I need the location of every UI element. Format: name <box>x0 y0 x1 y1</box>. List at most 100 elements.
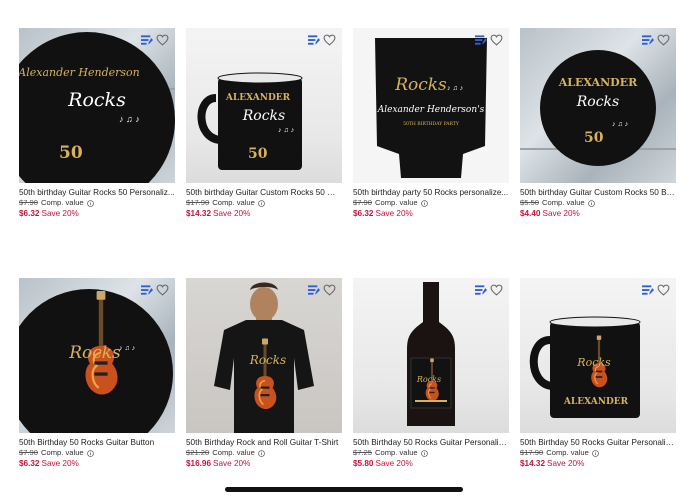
comp-value-label: Comp. value <box>41 198 84 207</box>
product-title[interactable]: 50th birthday Guitar Custom Rocks 50 Mug <box>186 187 342 198</box>
save-label: Save 20% <box>542 209 580 218</box>
sale-price: $6.32 <box>353 209 374 218</box>
info-icon[interactable] <box>258 450 265 457</box>
art-name: ALEXANDER <box>558 76 638 89</box>
home-indicator[interactable] <box>225 487 463 492</box>
product-title[interactable]: 50th Birthday 50 Rocks Guitar Personaliz… <box>353 437 509 448</box>
original-price: $7.90 <box>19 198 39 207</box>
product-card[interactable]: Rocks 50th Birthday Rock and Roll Guitar… <box>186 278 342 469</box>
info-icon[interactable] <box>87 450 94 457</box>
product-title[interactable]: 50th birthday Guitar Rocks 50 Personaliz… <box>19 187 175 198</box>
art-word: Rocks <box>68 343 121 363</box>
info-icon[interactable] <box>592 450 599 457</box>
favorite-heart-icon[interactable] <box>490 34 503 46</box>
favorite-heart-icon[interactable] <box>490 284 503 296</box>
favorite-heart-icon[interactable] <box>156 34 169 46</box>
original-price: $5.50 <box>520 198 540 207</box>
quick-ship-icon <box>475 35 488 46</box>
save-label: Save 20% <box>213 209 251 218</box>
product-card[interactable]: ALEXANDER Rocks 50 ♪ ♫ ♪ 50th birthday G… <box>186 28 342 219</box>
sale-price: $14.32 <box>520 459 546 468</box>
product-title[interactable]: 50th birthday Guitar Custom Rocks 50 Bu.… <box>520 187 676 198</box>
favorite-heart-icon[interactable] <box>323 34 336 46</box>
svg-text:♪ ♫ ♪: ♪ ♫ ♪ <box>612 121 628 128</box>
art-word: Rocks <box>394 75 447 95</box>
art-name: ALEXANDER <box>563 397 629 407</box>
sale-price: $6.32 <box>19 209 40 218</box>
product-title[interactable]: 50th Birthday Rock and Roll Guitar T-Shi… <box>186 437 342 448</box>
product-title[interactable]: 50th Birthday 50 Rocks Guitar Personaliz… <box>520 437 676 448</box>
original-price: $7.25 <box>353 448 373 457</box>
product-image-mug-guitar[interactable]: Rocks ALEXANDER <box>520 278 676 433</box>
comp-value-label: Comp. value <box>375 198 418 207</box>
original-price: $21.20 <box>186 448 210 457</box>
art-name: ALEXANDER <box>225 93 291 103</box>
product-image-tshirt[interactable]: Rocks <box>186 278 342 433</box>
product-title[interactable]: 50th birthday party 50 Rocks personalize… <box>353 187 509 198</box>
info-icon[interactable] <box>588 200 595 207</box>
art-word: Rocks <box>576 356 611 369</box>
quick-ship-icon <box>308 35 321 46</box>
comp-value-label: Comp. value <box>542 198 585 207</box>
info-icon[interactable] <box>87 200 94 207</box>
save-label: Save 20% <box>547 459 585 468</box>
product-image-wine-label[interactable]: Rocks <box>353 278 509 433</box>
art-number: 50 <box>584 130 604 146</box>
art-number: 50 <box>248 146 268 162</box>
svg-text:♪ ♫ ♪: ♪ ♫ ♪ <box>119 345 135 352</box>
save-label: Save 20% <box>41 209 79 218</box>
sale-price: $4.40 <box>520 209 541 218</box>
sale-price: $16.96 <box>186 459 212 468</box>
art-number: 50 <box>59 143 83 163</box>
original-price: $7.90 <box>353 198 373 207</box>
product-image-can-cooler[interactable]: Rocks Alexander Henderson's 50TH BIRTHDA… <box>353 28 509 183</box>
product-image-mug[interactable]: ALEXANDER Rocks 50 ♪ ♫ ♪ <box>186 28 342 183</box>
info-icon[interactable] <box>421 200 428 207</box>
save-label: Save 20% <box>375 209 413 218</box>
product-card[interactable]: Rocks 50th Birthday 50 Rocks Guitar Pers… <box>353 278 509 469</box>
favorite-heart-icon[interactable] <box>657 34 670 46</box>
quick-ship-icon <box>642 35 655 46</box>
art-word: Rocks <box>249 353 286 367</box>
quick-ship-icon <box>308 285 321 296</box>
art-word: Rocks <box>416 375 441 384</box>
quick-ship-icon <box>475 285 488 296</box>
quick-ship-icon <box>141 285 154 296</box>
art-word: Rocks <box>576 94 619 110</box>
quick-ship-icon <box>141 35 154 46</box>
art-name: Alexander Henderson <box>19 66 140 79</box>
comp-value-label: Comp. value <box>375 448 418 457</box>
comp-value-label: Comp. value <box>41 448 84 457</box>
product-image-guitar-button[interactable]: Rocks ♪ ♫ ♪ <box>19 278 175 433</box>
favorite-heart-icon[interactable] <box>657 284 670 296</box>
save-label: Save 20% <box>375 459 413 468</box>
art-word: Rocks <box>67 89 126 111</box>
svg-text:♪ ♫ ♪: ♪ ♫ ♪ <box>119 114 140 124</box>
info-icon[interactable] <box>258 200 265 207</box>
product-card[interactable]: ALEXANDER Rocks 50 ♪ ♫ ♪ 50th birthday G… <box>520 28 676 219</box>
product-card[interactable]: Rocks ALEXANDER 50th Birthday 50 Rocks G… <box>520 278 676 469</box>
comp-value-label: Comp. value <box>212 448 255 457</box>
product-image-button-black[interactable]: Alexander Henderson Rocks 50 ♪ ♫ ♪ <box>19 28 175 183</box>
product-card[interactable]: Rocks Alexander Henderson's 50TH BIRTHDA… <box>353 28 509 219</box>
art-name: Alexander Henderson's <box>377 105 485 115</box>
sale-price: $14.32 <box>186 209 212 218</box>
product-image-button-small[interactable]: ALEXANDER Rocks 50 ♪ ♫ ♪ <box>520 28 676 183</box>
original-price: $7.90 <box>19 448 39 457</box>
art-word: Rocks <box>242 108 285 124</box>
save-label: Save 20% <box>41 459 79 468</box>
sale-price: $6.32 <box>19 459 40 468</box>
product-card[interactable]: Rocks ♪ ♫ ♪ 50th Birthday 50 Rocks Guita… <box>19 278 175 469</box>
favorite-heart-icon[interactable] <box>156 284 169 296</box>
product-card[interactable]: Alexander Henderson Rocks 50 ♪ ♫ ♪ 50th … <box>19 28 175 219</box>
comp-value-label: Comp. value <box>546 448 589 457</box>
save-label: Save 20% <box>213 459 251 468</box>
quick-ship-icon <box>642 285 655 296</box>
art-subtitle: 50TH BIRTHDAY PARTY <box>403 121 460 127</box>
favorite-heart-icon[interactable] <box>323 284 336 296</box>
product-title[interactable]: 50th Birthday 50 Rocks Guitar Button <box>19 437 175 448</box>
sale-price: $5.80 <box>353 459 374 468</box>
info-icon[interactable] <box>421 450 428 457</box>
svg-text:♪ ♫ ♪: ♪ ♫ ♪ <box>278 127 294 134</box>
svg-text:♪ ♫ ♪: ♪ ♫ ♪ <box>447 85 463 92</box>
